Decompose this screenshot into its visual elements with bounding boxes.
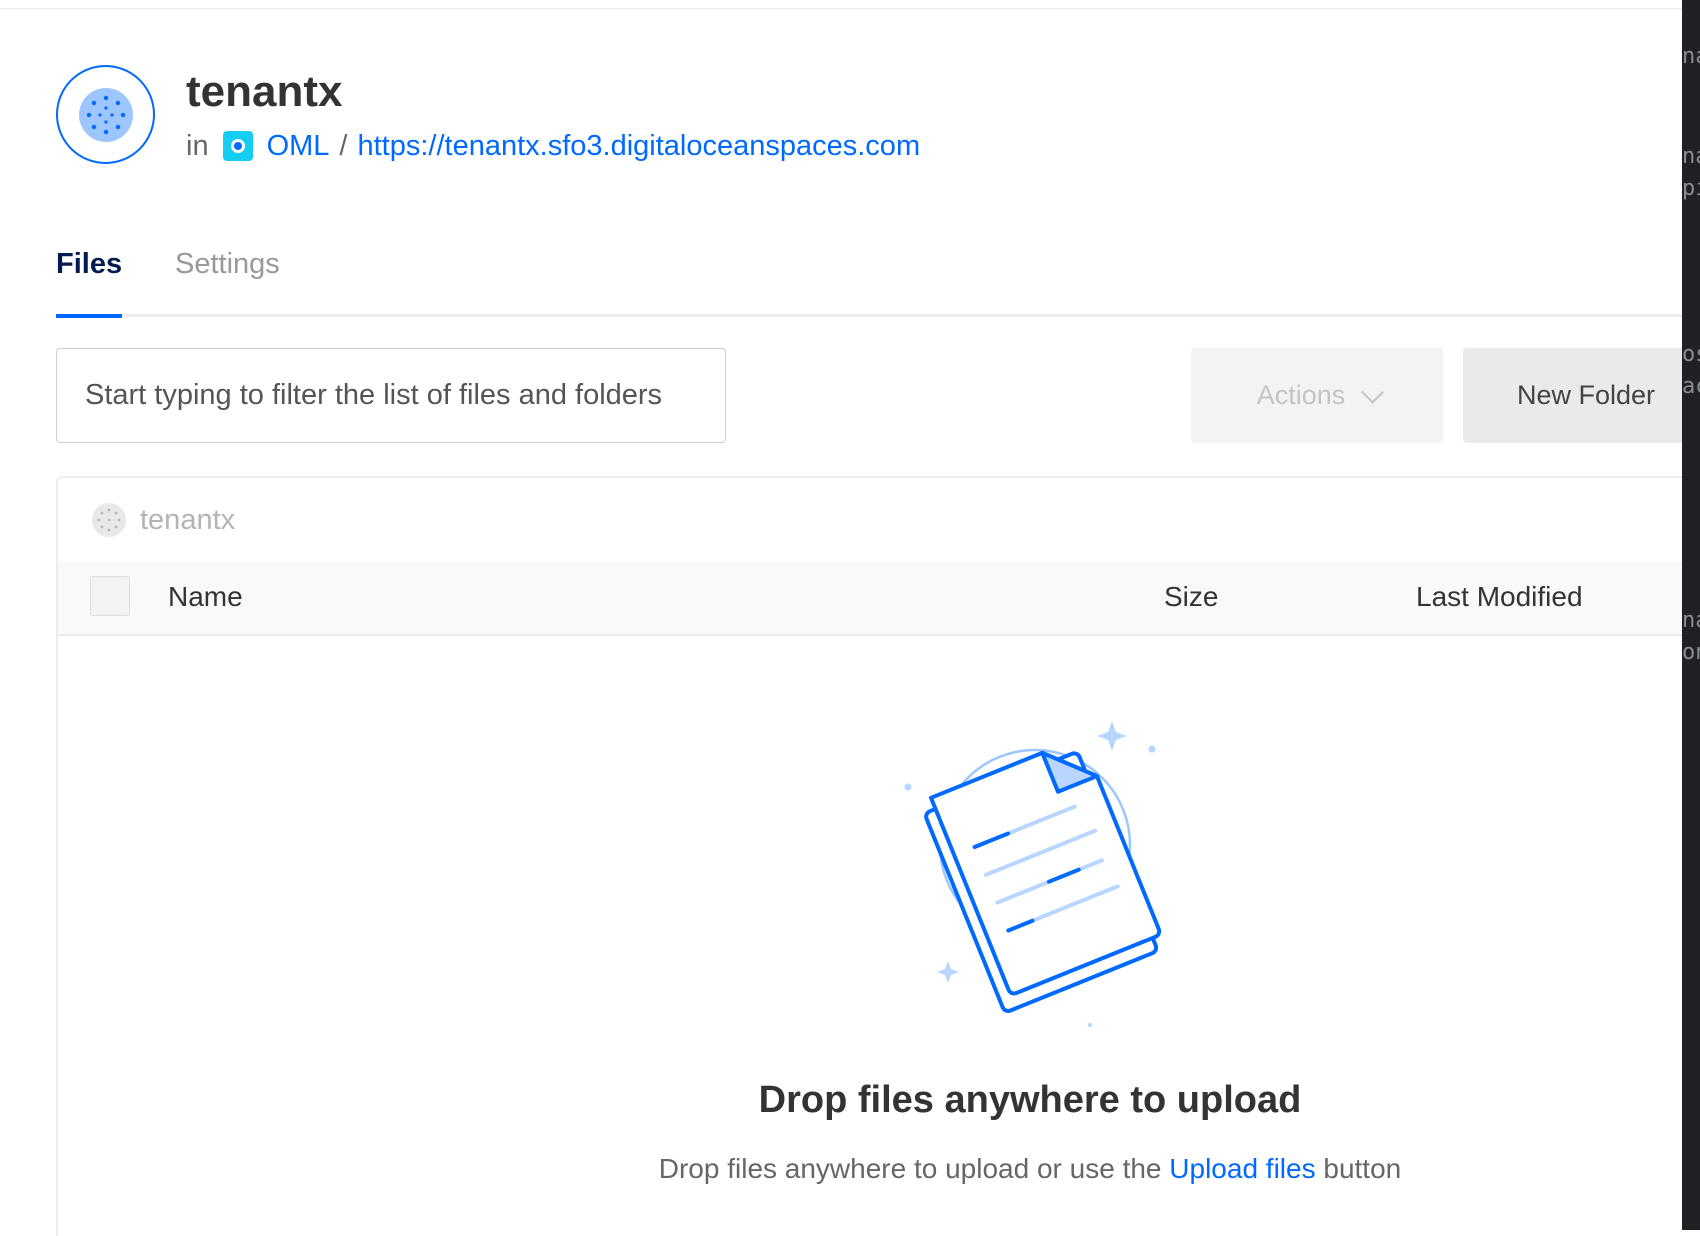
side-fragment: pi	[1682, 176, 1700, 201]
project-icon	[222, 131, 253, 161]
tab-files-label: Files	[56, 248, 123, 280]
page-title: tenantx	[186, 67, 343, 116]
tab-settings-label: Settings	[175, 248, 280, 280]
side-fragment: na	[1682, 44, 1700, 69]
side-panel-edge: na na pi os ac na on	[1682, 0, 1700, 1230]
empty-state-text-end: button	[1315, 1153, 1402, 1184]
breadcrumb: tenantx	[58, 478, 1682, 564]
column-name-header[interactable]: Name	[168, 580, 243, 614]
side-fragment: ac	[1682, 374, 1700, 399]
table-header: Name Size Last Modified	[58, 562, 1682, 636]
in-label: in	[186, 130, 209, 162]
dots-ring-icon	[86, 95, 125, 134]
side-fragment: on	[1682, 640, 1700, 665]
tab-bar: Files Settings	[56, 240, 1682, 318]
column-size-header[interactable]: Size	[1164, 580, 1218, 614]
side-fragment: na	[1682, 608, 1700, 633]
actions-label: Actions	[1256, 380, 1346, 410]
endpoint-link[interactable]: https://tenantx.sfo3.digitaloceanspaces.…	[357, 128, 920, 164]
side-fragment: na	[1682, 144, 1700, 169]
column-last-modified-header[interactable]: Last Modified	[1416, 580, 1583, 614]
filter-input[interactable]	[56, 348, 726, 443]
new-folder-button[interactable]: New Folder	[1463, 348, 1682, 443]
project-link[interactable]: OML	[267, 128, 330, 164]
active-tab-indicator	[56, 314, 122, 318]
upload-files-link[interactable]: Upload files	[1169, 1153, 1315, 1184]
empty-state-subtitle: Drop files anywhere to upload or use the…	[0, 1152, 1700, 1186]
breadcrumb-space-icon	[92, 503, 126, 537]
chevron-down-icon	[1361, 380, 1385, 404]
space-avatar-icon	[56, 65, 155, 164]
top-divider	[0, 0, 1682, 9]
space-location: in OML / https://tenantx.sfo3.digitaloce…	[186, 128, 920, 164]
side-fragment: os	[1682, 342, 1700, 367]
select-all-checkbox[interactable]	[90, 576, 130, 616]
breadcrumb-item[interactable]: tenantx	[140, 504, 235, 537]
empty-document-illustration	[904, 721, 1162, 1027]
empty-state-text: Drop files anywhere to upload or use the	[658, 1153, 1170, 1184]
file-browser-panel: tenantx Name Size Last Modified	[56, 476, 1682, 1236]
tab-settings[interactable]: Settings	[175, 246, 280, 282]
empty-state-title: Drop files anywhere to upload	[758, 1079, 1302, 1121]
path-separator: /	[339, 130, 348, 162]
new-folder-label: New Folder	[1517, 380, 1656, 410]
tab-files[interactable]: Files	[56, 246, 123, 318]
actions-dropdown-button[interactable]: Actions	[1191, 348, 1443, 443]
